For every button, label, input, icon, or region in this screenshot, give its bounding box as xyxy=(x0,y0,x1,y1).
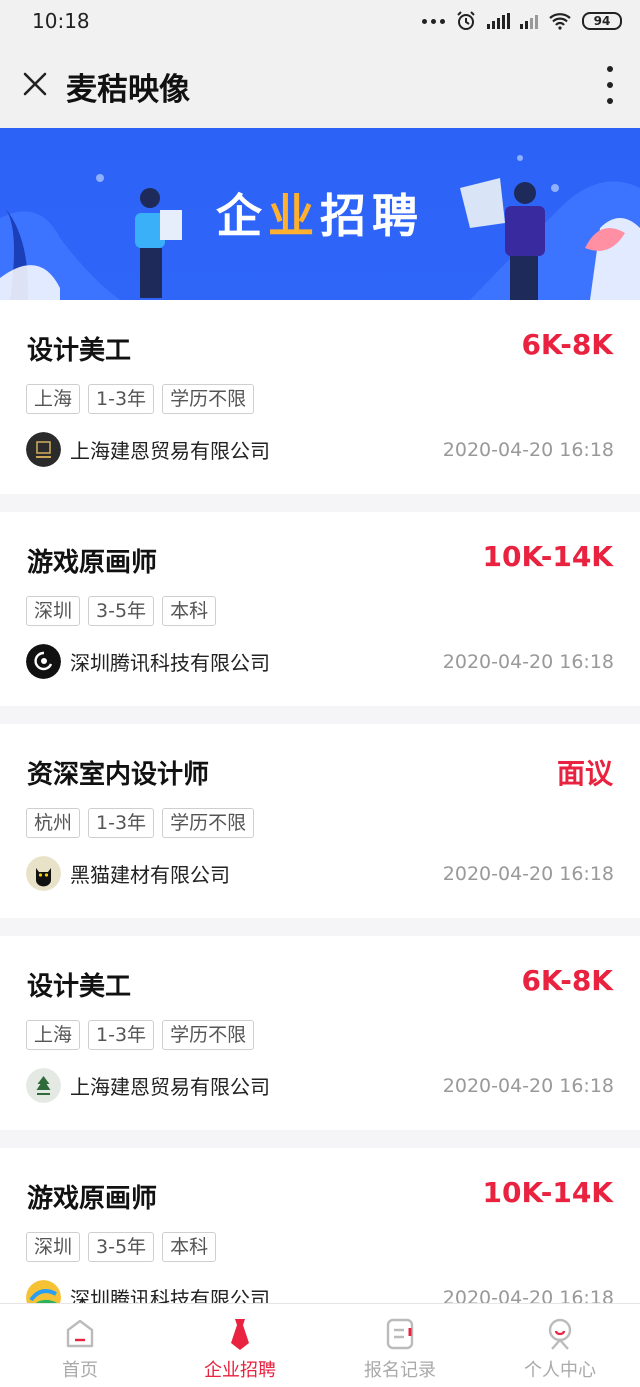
job-tags: 杭州 1-3年 学历不限 xyxy=(26,808,255,838)
job-tags: 上海 1-3年 学历不限 xyxy=(26,1020,255,1050)
job-title: 游戏原画师 xyxy=(27,548,158,578)
company-name: 上海建恩贸易有限公司 xyxy=(70,1075,270,1099)
company-logo-swirl xyxy=(26,644,61,679)
post-time: 2020-04-20 16:18 xyxy=(442,1075,614,1097)
nav-home[interactable]: 首页 xyxy=(0,1304,160,1387)
banner-title-part3: 招聘 xyxy=(320,189,424,243)
company-info: 黑猫建材有限公司 xyxy=(26,856,230,891)
post-time: 2020-04-20 16:18 xyxy=(442,651,614,673)
job-salary: 6K-8K xyxy=(521,964,613,997)
job-card[interactable]: 资深室内设计师 面议杭州 1-3年 学历不限黑猫建材有限公司 2020-04-20 16… xyxy=(0,724,640,918)
company-name: 上海建恩贸易有限公司 xyxy=(70,439,270,463)
records-icon xyxy=(386,1318,414,1350)
company-info: 上海建恩贸易有限公司 xyxy=(26,432,270,467)
job-salary: 10K-14K xyxy=(482,1176,613,1209)
job-tag: 3-5年 xyxy=(88,596,155,626)
nav-jobs[interactable]: 企业招聘 xyxy=(160,1304,320,1387)
post-time: 2020-04-20 16:18 xyxy=(442,439,614,461)
banner-title: 企业招聘 xyxy=(0,180,640,246)
banner-title-part1: 企 xyxy=(216,189,268,243)
recruitment-banner: 企业招聘 xyxy=(0,128,640,300)
job-salary: 面议 xyxy=(556,757,613,790)
job-tag: 上海 xyxy=(26,1020,81,1050)
status-icons: 94 xyxy=(422,8,622,34)
company-logo-colorful xyxy=(26,1280,61,1303)
more-options-icon[interactable] xyxy=(606,66,614,104)
job-tag: 深圳 xyxy=(26,596,81,626)
company-logo-dark-square xyxy=(26,432,61,467)
job-tags: 深圳 3-5年 本科 xyxy=(26,1232,217,1262)
profile-icon xyxy=(548,1318,572,1350)
job-card[interactable]: 设计美工 6K-8K 上海 1-3年 学历不限上海建恩贸易有限公司 2020-04-20 … xyxy=(0,300,640,494)
job-list: 设计美工 6K-8K 上海 1-3年 学历不限 上海建恩贸易有限公司 2020-04-20 … xyxy=(0,300,640,1303)
nav-records-label: 报名记录 xyxy=(364,1360,436,1381)
job-title: 设计美工 xyxy=(27,972,132,1002)
job-tag: 学历不限 xyxy=(162,1020,255,1050)
job-tag: 3-5年 xyxy=(88,1232,155,1262)
job-tag: 上海 xyxy=(26,384,81,414)
close-icon[interactable] xyxy=(20,69,50,99)
home-icon xyxy=(66,1319,94,1348)
battery-icon: 94 xyxy=(582,12,622,30)
job-tag: 杭州 xyxy=(26,808,81,838)
status-time: 10:18 xyxy=(32,9,90,33)
company-name: 深圳腾讯科技有限公司 xyxy=(70,651,270,675)
post-time: 2020-04-20 16:18 xyxy=(442,863,614,885)
company-info: 深圳腾讯科技有限公司 xyxy=(26,1280,270,1303)
signal-hd-icon xyxy=(487,13,510,29)
job-tag: 本科 xyxy=(162,596,217,626)
title-bar: 麦秸映像 xyxy=(0,42,640,128)
job-title: 游戏原画师 xyxy=(27,1184,158,1214)
company-info: 上海建恩贸易有限公司 xyxy=(26,1068,270,1103)
nav-records[interactable]: 报名记录 xyxy=(320,1304,480,1387)
job-card[interactable]: 游戏原画师 10K-14K 深圳 3-5年 本科深圳腾讯科技有限公司 2020-04-20… xyxy=(0,512,640,706)
alarm-icon xyxy=(457,11,475,30)
nav-profile-label: 个人中心 xyxy=(524,1360,596,1381)
tie-icon xyxy=(231,1319,249,1350)
status-bar: 10:18 94 xyxy=(0,0,640,42)
bottom-nav: 首页 企业招聘 报名记录 个人中心 xyxy=(0,1303,640,1387)
job-tag: 1-3年 xyxy=(88,808,155,838)
job-tag: 深圳 xyxy=(26,1232,81,1262)
company-name: 深圳腾讯科技有限公司 xyxy=(70,1287,270,1303)
job-title: 资深室内设计师 xyxy=(27,760,210,790)
post-time: 2020-04-20 16:18 xyxy=(442,1287,614,1303)
job-tag: 1-3年 xyxy=(88,384,155,414)
job-tags: 上海 1-3年 学历不限 xyxy=(26,384,255,414)
job-card[interactable]: 游戏原画师 10K-14K 深圳 3-5年 本科深圳腾讯科技有限公司 2020-04-20… xyxy=(0,1148,640,1303)
job-tags: 深圳 3-5年 本科 xyxy=(26,596,217,626)
page-title: 麦秸映像 xyxy=(66,72,190,108)
job-tag: 本科 xyxy=(162,1232,217,1262)
job-salary: 6K-8K xyxy=(521,328,613,361)
company-name: 黑猫建材有限公司 xyxy=(70,863,230,887)
nav-profile[interactable]: 个人中心 xyxy=(480,1304,640,1387)
more-notifications-icon xyxy=(422,18,445,24)
job-tag: 学历不限 xyxy=(162,808,255,838)
company-logo-cat xyxy=(26,856,61,891)
job-salary: 10K-14K xyxy=(482,540,613,573)
nav-home-label: 首页 xyxy=(62,1360,98,1381)
job-tag: 学历不限 xyxy=(162,384,255,414)
company-info: 深圳腾讯科技有限公司 xyxy=(26,644,270,679)
banner-title-part2: 业 xyxy=(268,189,320,243)
signal-icon xyxy=(520,13,538,29)
job-tag: 1-3年 xyxy=(88,1020,155,1050)
company-logo-green-seal xyxy=(26,1068,61,1103)
job-card[interactable]: 设计美工 6K-8K 上海 1-3年 学历不限上海建恩贸易有限公司 2020-04-20 … xyxy=(0,936,640,1130)
nav-jobs-label: 企业招聘 xyxy=(204,1360,276,1381)
wifi-icon xyxy=(549,13,571,30)
job-title: 设计美工 xyxy=(27,336,132,366)
